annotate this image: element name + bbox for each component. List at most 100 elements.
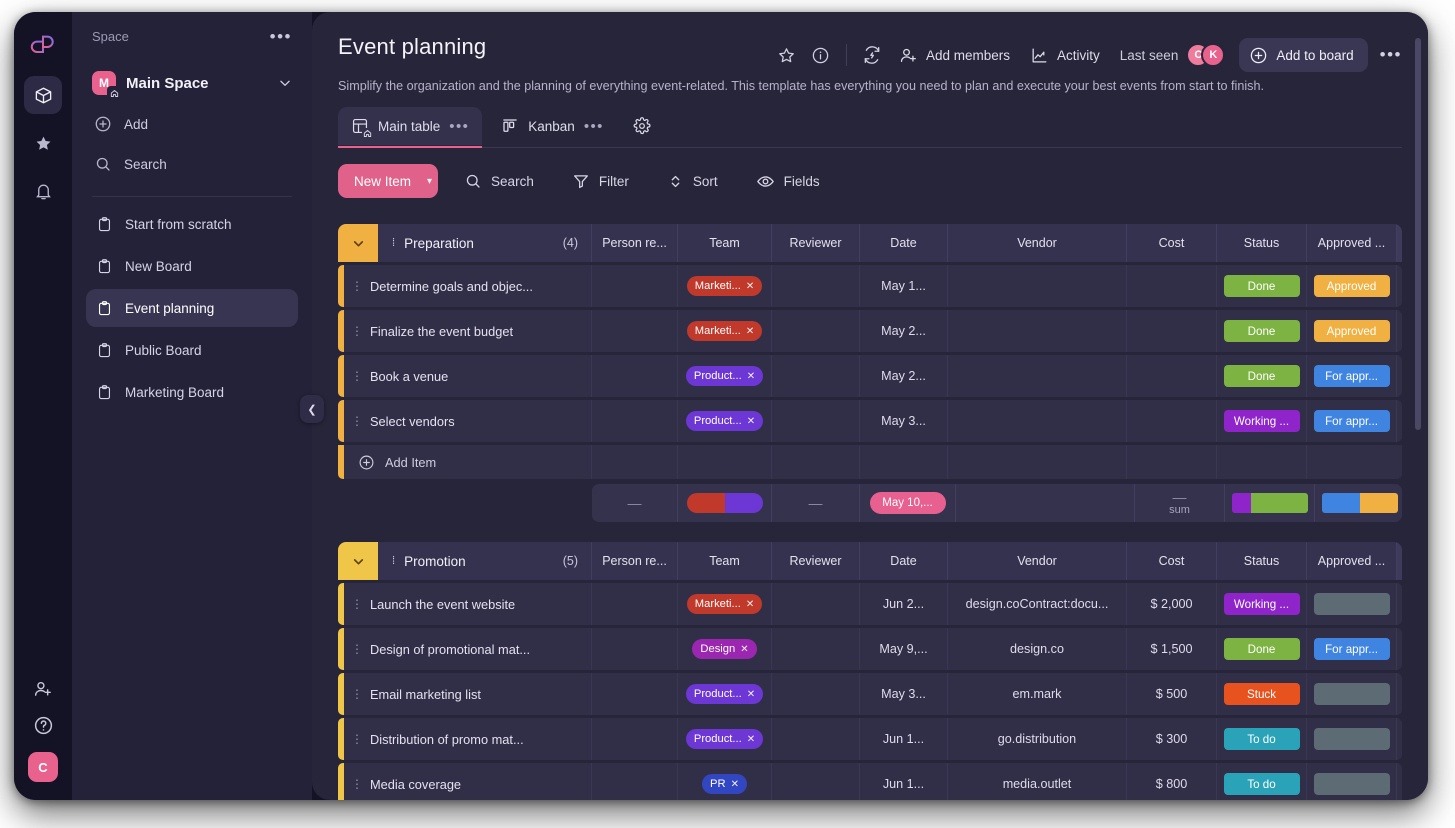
cell-person[interactable] — [592, 673, 678, 715]
sidebar-collapse-button[interactable]: ❮ — [300, 395, 324, 423]
row-title-cell[interactable]: ⋮ Finalize the event budget — [344, 310, 592, 352]
approved-badge[interactable]: Approved — [1313, 275, 1390, 297]
cell-reviewer[interactable] — [772, 763, 860, 800]
status-badge[interactable]: Stuck — [1223, 683, 1300, 705]
cell-reviewer[interactable] — [772, 718, 860, 760]
cell-status[interactable]: Stuck — [1217, 673, 1307, 715]
add-members-button[interactable]: Add members — [889, 38, 1020, 72]
cell-vendor[interactable]: design.coContract:docu... — [948, 583, 1127, 625]
status-badge[interactable]: Done — [1223, 365, 1300, 387]
cell-team[interactable]: Product... ✕ — [678, 355, 772, 397]
cell-status[interactable]: Done — [1217, 355, 1307, 397]
cell-cost[interactable]: $ 800 — [1127, 763, 1217, 800]
row-menu-icon[interactable]: ⋮ — [344, 325, 370, 337]
table-row[interactable]: ⋮ Email marketing list Product... ✕ May … — [338, 673, 1402, 715]
tab-main-table-more-icon[interactable]: ••• — [449, 118, 469, 135]
team-tag[interactable]: Marketi... ✕ — [686, 276, 763, 296]
row-title-cell[interactable]: ⋮ Design of promotional mat... — [344, 628, 592, 670]
cell-approved[interactable]: Approved — [1307, 310, 1397, 352]
add-person-icon[interactable] — [33, 679, 53, 699]
table-row[interactable]: ⋮ Book a venue Product... ✕ May 2... Don… — [338, 355, 1402, 397]
close-icon[interactable]: ✕ — [747, 734, 755, 745]
user-avatar[interactable]: C — [28, 752, 58, 782]
cell-vendor[interactable]: go.distribution — [948, 718, 1127, 760]
table-row[interactable]: ⋮ Determine goals and objec... Marketi..… — [338, 265, 1402, 307]
summary-approved[interactable] — [1315, 484, 1402, 522]
add-column-button[interactable] — [1397, 542, 1402, 580]
cell-person[interactable] — [592, 718, 678, 760]
cell-vendor[interactable]: design.co — [948, 628, 1127, 670]
close-icon[interactable]: ✕ — [746, 326, 754, 337]
cell-reviewer[interactable] — [772, 265, 860, 307]
row-menu-icon[interactable]: ⋮ — [344, 688, 370, 700]
cell-cost[interactable]: $ 300 — [1127, 718, 1217, 760]
rail-item-workspace[interactable] — [24, 76, 62, 114]
cell-person[interactable] — [592, 355, 678, 397]
status-badge[interactable]: To do — [1223, 728, 1300, 750]
summary-reviewer[interactable]: — — [772, 484, 860, 522]
group-title-cell[interactable]: ⁞ Preparation (4) — [378, 224, 592, 262]
group-title-cell[interactable]: ⁞ Promotion (5) — [378, 542, 592, 580]
automation-refresh-icon[interactable] — [855, 38, 889, 72]
column-header-status[interactable]: Status — [1217, 542, 1307, 580]
row-menu-icon[interactable]: ⋮ — [344, 598, 370, 610]
status-badge[interactable]: Done — [1223, 638, 1300, 660]
status-badge[interactable]: Working ... — [1223, 593, 1300, 615]
cell-approved[interactable] — [1307, 673, 1397, 715]
cell-cost[interactable]: $ 2,000 — [1127, 583, 1217, 625]
chevron-down-icon[interactable]: ▾ — [427, 176, 432, 187]
approved-badge[interactable]: For appr... — [1313, 410, 1390, 432]
close-icon[interactable]: ✕ — [746, 599, 754, 610]
cell-date[interactable]: May 2... — [860, 355, 948, 397]
approved-badge[interactable]: For appr... — [1313, 638, 1390, 660]
toolbar-filter-button[interactable]: Filter — [560, 164, 641, 198]
cell-approved[interactable] — [1307, 718, 1397, 760]
cell-cost[interactable]: $ 500 — [1127, 673, 1217, 715]
cell-team[interactable]: Marketi... ✕ — [678, 265, 772, 307]
status-badge[interactable]: Working ... — [1223, 410, 1300, 432]
team-tag[interactable]: Marketi... ✕ — [686, 594, 763, 614]
column-header-vendor[interactable]: Vendor — [948, 542, 1127, 580]
tab-main-table[interactable]: Main table ••• — [338, 107, 483, 148]
add-item-row[interactable]: Add Item — [338, 445, 1402, 479]
toolbar-fields-button[interactable]: Fields — [744, 164, 832, 198]
cell-reviewer[interactable] — [772, 310, 860, 352]
approved-badge[interactable]: For appr... — [1313, 365, 1390, 387]
row-menu-icon[interactable]: ⋮ — [344, 733, 370, 745]
cell-status[interactable]: Done — [1217, 628, 1307, 670]
column-header-approved[interactable]: Approved ... — [1307, 224, 1397, 262]
team-tag[interactable]: Product... ✕ — [685, 366, 764, 386]
column-header-approved[interactable]: Approved ... — [1307, 542, 1397, 580]
toolbar-search-button[interactable]: Search — [452, 164, 546, 198]
cell-person[interactable] — [592, 310, 678, 352]
cell-vendor[interactable] — [948, 265, 1127, 307]
status-badge[interactable]: Done — [1223, 320, 1300, 342]
column-header-date[interactable]: Date — [860, 542, 948, 580]
team-tag[interactable]: PR ✕ — [702, 774, 747, 794]
add-column-button[interactable] — [1397, 224, 1402, 262]
approved-badge[interactable] — [1313, 773, 1390, 795]
cell-date[interactable]: Jun 1... — [860, 763, 948, 800]
summary-status[interactable] — [1225, 484, 1315, 522]
cell-person[interactable] — [592, 763, 678, 800]
drag-handle-icon[interactable]: ⁞ — [392, 555, 395, 567]
cell-approved[interactable] — [1307, 763, 1397, 800]
vertical-scrollbar[interactable] — [1415, 38, 1421, 430]
close-icon[interactable]: ✕ — [747, 416, 755, 427]
status-badge[interactable]: Done — [1223, 275, 1300, 297]
cell-status[interactable]: To do — [1217, 718, 1307, 760]
cell-team[interactable]: Product... ✕ — [678, 673, 772, 715]
column-header-reviewer[interactable]: Reviewer — [772, 224, 860, 262]
summary-person[interactable]: — — [592, 484, 678, 522]
cell-status[interactable]: Done — [1217, 265, 1307, 307]
cell-cost[interactable]: $ 1,500 — [1127, 628, 1217, 670]
cell-reviewer[interactable] — [772, 583, 860, 625]
close-icon[interactable]: ✕ — [747, 371, 755, 382]
cell-status[interactable]: Working ... — [1217, 400, 1307, 442]
cell-team[interactable]: Design ✕ — [678, 628, 772, 670]
summary-cost[interactable]: — sum — [1135, 484, 1225, 522]
summary-date[interactable]: May 10,... — [860, 484, 956, 522]
close-icon[interactable]: ✕ — [746, 281, 754, 292]
approved-badge[interactable] — [1313, 683, 1390, 705]
cell-date[interactable]: May 3... — [860, 673, 948, 715]
